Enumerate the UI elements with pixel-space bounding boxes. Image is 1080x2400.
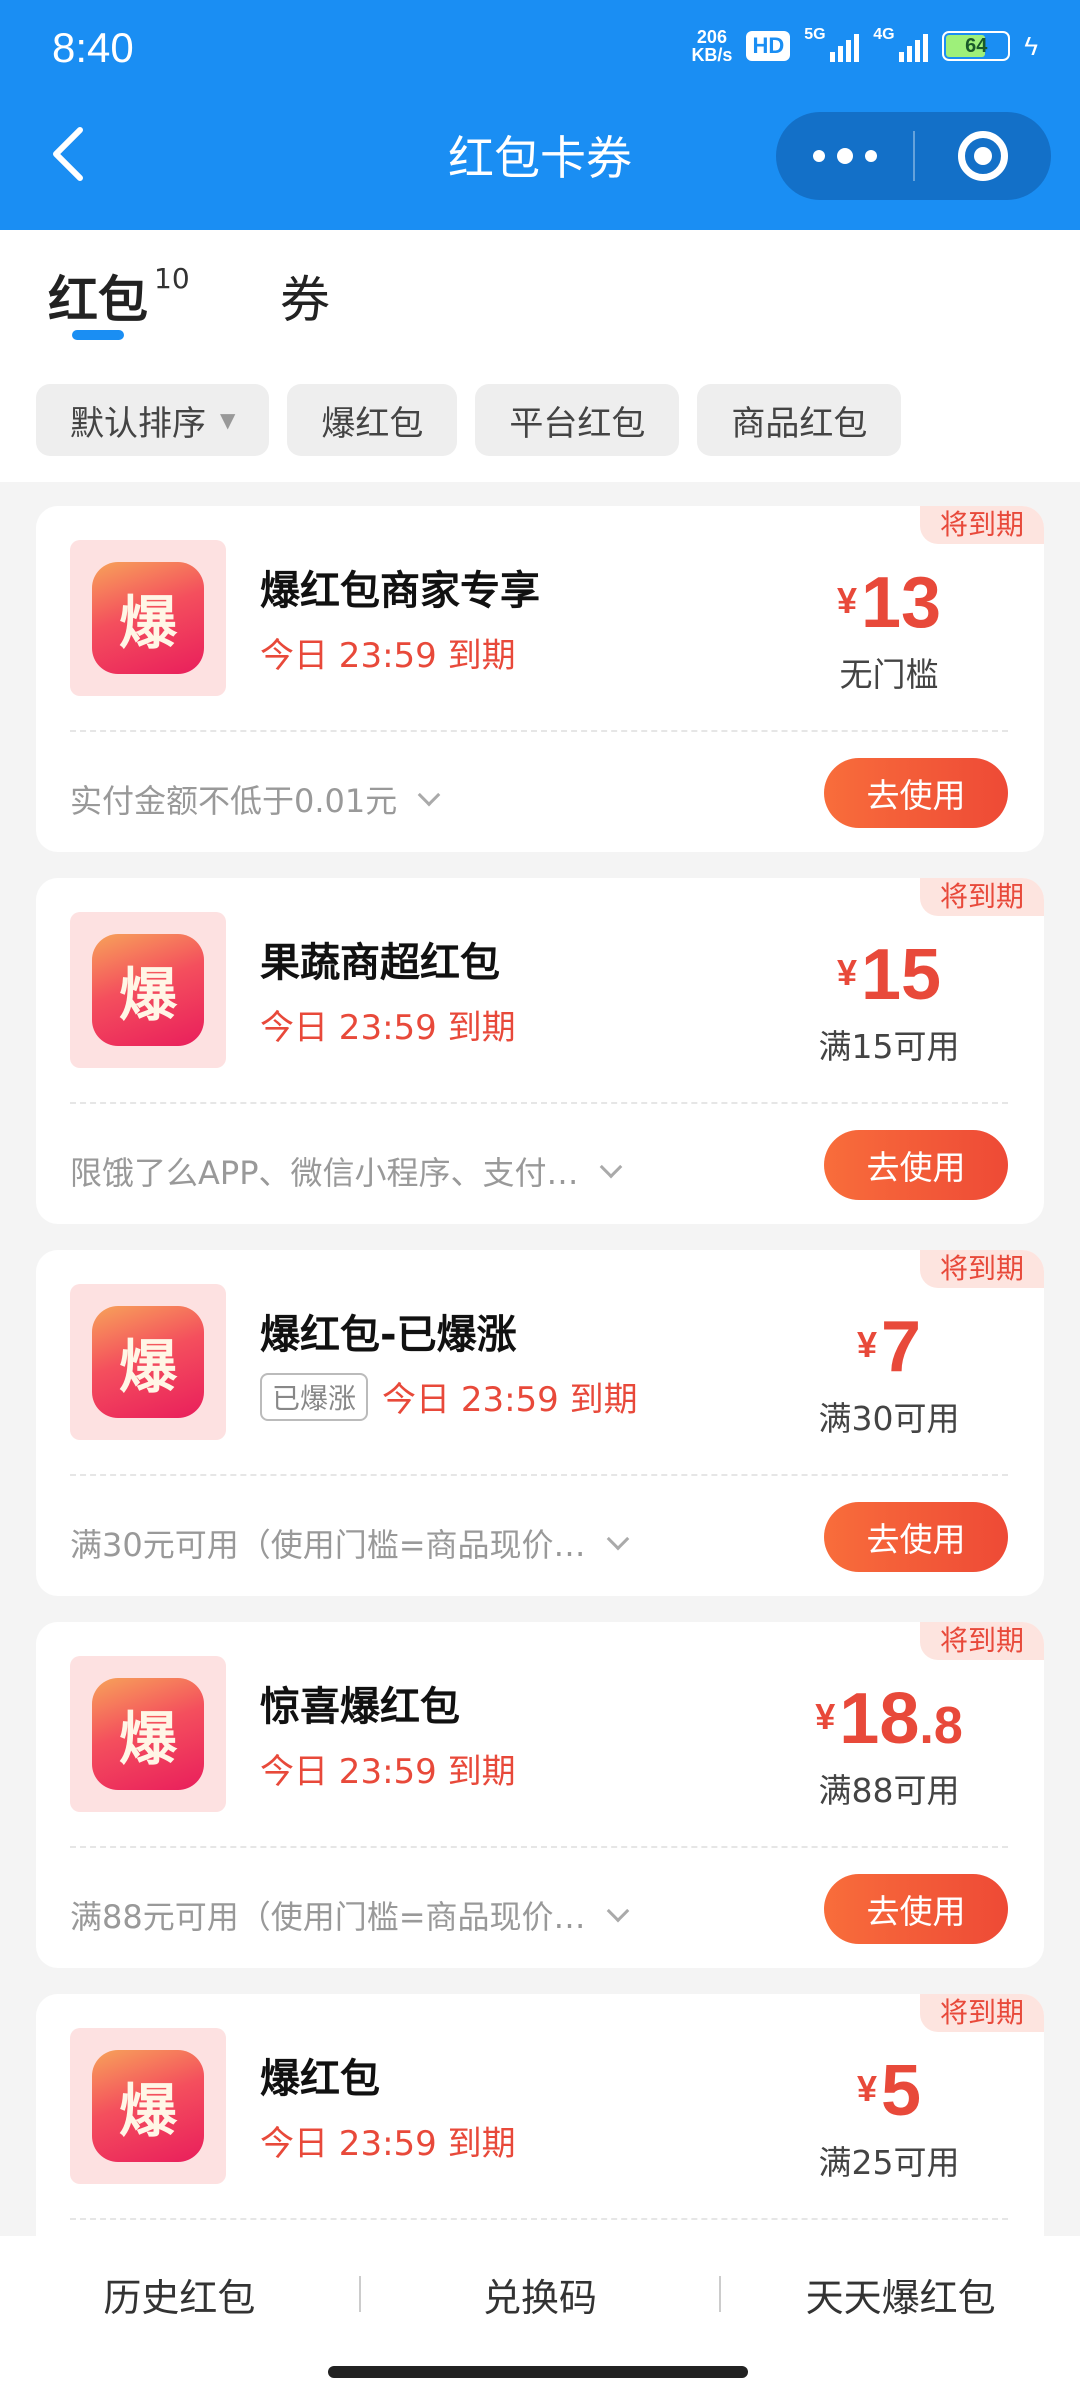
- card-divider: [70, 730, 1008, 732]
- redpacket-card[interactable]: 将到期 爆 惊喜爆红包 今日 23:59 到期 ¥18.8 满88可用 满88元…: [36, 1622, 1044, 1968]
- app-header: 8:40 206 KB/s HD 5G 4G 64 ϟ 红包卡券: [0, 0, 1080, 230]
- expiring-tag: 将到期: [919, 506, 1044, 544]
- expiring-tag: 将到期: [919, 1250, 1044, 1288]
- tab-redpacket-count: 10: [154, 262, 190, 295]
- hd-icon: HD: [746, 31, 791, 61]
- explosive-logo-icon: 爆: [92, 2050, 204, 2162]
- boosted-badge: 已爆涨: [260, 1372, 369, 1421]
- redpacket-logo: 爆: [70, 912, 226, 1068]
- redpacket-card[interactable]: 将到期 爆 爆红包商家专享 今日 23:59 到期 ¥13 无门槛 实付金额不低…: [36, 506, 1044, 852]
- redpacket-logo: 爆: [70, 2028, 226, 2184]
- chevron-down-icon: [417, 783, 441, 807]
- card-divider: [70, 1102, 1008, 1104]
- redpacket-name: 果蔬商超红包: [260, 940, 500, 986]
- status-bar: 8:40 206 KB/s HD 5G 4G 64 ϟ: [0, 0, 1080, 100]
- expiring-tag: 将到期: [919, 1994, 1044, 2032]
- home-indicator[interactable]: [328, 2366, 748, 2378]
- filter-product-redpacket[interactable]: 商品红包: [697, 384, 902, 456]
- usage-condition: 满30可用: [818, 1399, 960, 1438]
- usage-description[interactable]: 满88元可用（使用门槛=商品现价…: [70, 1892, 629, 1938]
- expiring-tag: 将到期: [919, 1622, 1044, 1660]
- charging-icon: ϟ: [1024, 30, 1038, 61]
- daily-redpacket-link[interactable]: 天天爆红包: [721, 2267, 1080, 2322]
- filter-explosive-redpacket[interactable]: 爆红包: [287, 384, 458, 456]
- card-divider: [70, 1846, 1008, 1848]
- redpacket-list: 将到期 爆 爆红包商家专享 今日 23:59 到期 ¥13 无门槛 实付金额不低…: [36, 506, 1044, 2366]
- redpacket-logo: 爆: [70, 1284, 226, 1440]
- expire-time: 今日 23:59 到期: [260, 1008, 516, 1048]
- card-divider: [70, 1474, 1008, 1476]
- usage-condition: 满15可用: [818, 1027, 960, 1066]
- history-redpacket-link[interactable]: 历史红包: [0, 2267, 359, 2322]
- more-menu-button[interactable]: [776, 112, 913, 200]
- filter-platform-redpacket[interactable]: 平台红包: [475, 384, 680, 456]
- usage-description[interactable]: 满30元可用（使用门槛=商品现价…: [70, 1520, 629, 1566]
- target-close-icon: [958, 131, 1008, 181]
- usage-description[interactable]: 限饿了么APP、微信小程序、支付…: [70, 1148, 622, 1194]
- redpacket-amount: ¥5: [856, 2051, 922, 2131]
- expire-time: 今日 23:59 到期: [260, 2124, 516, 2164]
- explosive-logo-icon: 爆: [92, 934, 204, 1046]
- redeem-code-link[interactable]: 兑换码: [361, 2267, 720, 2322]
- redpacket-amount: ¥18.8: [815, 1679, 963, 1759]
- expiring-tag: 将到期: [919, 878, 1044, 916]
- filter-bar: 默认排序 ▼ 爆红包 平台红包 商品红包: [36, 384, 902, 456]
- status-icons: 206 KB/s HD 5G 4G 64 ϟ: [691, 26, 1038, 65]
- redpacket-amount: ¥13: [836, 563, 942, 643]
- redpacket-amount: ¥7: [856, 1307, 922, 1387]
- close-miniapp-button[interactable]: [915, 112, 1051, 200]
- signal-5g-icon: 5G: [804, 26, 860, 62]
- redpacket-amount: ¥15: [836, 935, 942, 1015]
- redpacket-card[interactable]: 将到期 爆 爆红包-已爆涨 已爆涨 今日 23:59 到期 ¥7 满30可用 满3…: [36, 1250, 1044, 1596]
- filter-sort-default[interactable]: 默认排序 ▼: [36, 384, 270, 456]
- use-button[interactable]: 去使用: [824, 1502, 1008, 1572]
- bottom-links: 历史红包 兑换码 天天爆红包: [0, 2236, 1080, 2352]
- redpacket-logo: 爆: [70, 1656, 226, 1812]
- explosive-logo-icon: 爆: [92, 1678, 204, 1790]
- expire-time: 已爆涨 今日 23:59 到期: [260, 1372, 638, 1421]
- redpacket-name: 爆红包商家专享: [260, 568, 540, 614]
- net-speed: 206 KB/s: [691, 27, 733, 65]
- miniapp-capsule: [776, 112, 1051, 200]
- signal-4g-icon: 4G: [873, 26, 929, 62]
- tab-section: 红包 10 券 默认排序 ▼ 爆红包 平台红包 商品红包: [0, 230, 1080, 482]
- dropdown-triangle-icon: ▼: [220, 408, 236, 432]
- tab-redpacket[interactable]: 红包 10: [48, 260, 190, 332]
- use-button[interactable]: 去使用: [824, 758, 1008, 828]
- explosive-logo-icon: 爆: [92, 1306, 204, 1418]
- expire-time: 今日 23:59 到期: [260, 636, 516, 676]
- usage-condition: 无门槛: [839, 655, 939, 694]
- usage-condition: 满88可用: [818, 1771, 960, 1810]
- battery-icon: 64: [942, 31, 1011, 61]
- explosive-logo-icon: 爆: [92, 562, 204, 674]
- redpacket-name: 爆红包: [260, 2056, 380, 2102]
- expire-time: 今日 23:59 到期: [260, 1752, 516, 1792]
- redpacket-logo: 爆: [70, 540, 226, 696]
- usage-condition: 满25可用: [818, 2143, 960, 2182]
- card-divider: [70, 2218, 1008, 2220]
- status-time: 8:40: [52, 24, 134, 71]
- use-button[interactable]: 去使用: [824, 1874, 1008, 1944]
- tab-active-indicator: [72, 330, 124, 340]
- redpacket-name: 爆红包-已爆涨: [260, 1312, 517, 1358]
- chevron-down-icon: [599, 1155, 622, 1179]
- chevron-down-icon: [606, 1527, 629, 1551]
- tab-coupon[interactable]: 券: [280, 260, 330, 332]
- usage-description[interactable]: 实付金额不低于0.01元: [70, 776, 441, 822]
- chevron-down-icon: [606, 1899, 629, 1923]
- more-dots-icon: [812, 150, 825, 162]
- redpacket-name: 惊喜爆红包: [260, 1684, 460, 1730]
- use-button[interactable]: 去使用: [824, 1130, 1008, 1200]
- redpacket-card[interactable]: 将到期 爆 果蔬商超红包 今日 23:59 到期 ¥15 满15可用 限饿了么A…: [36, 878, 1044, 1224]
